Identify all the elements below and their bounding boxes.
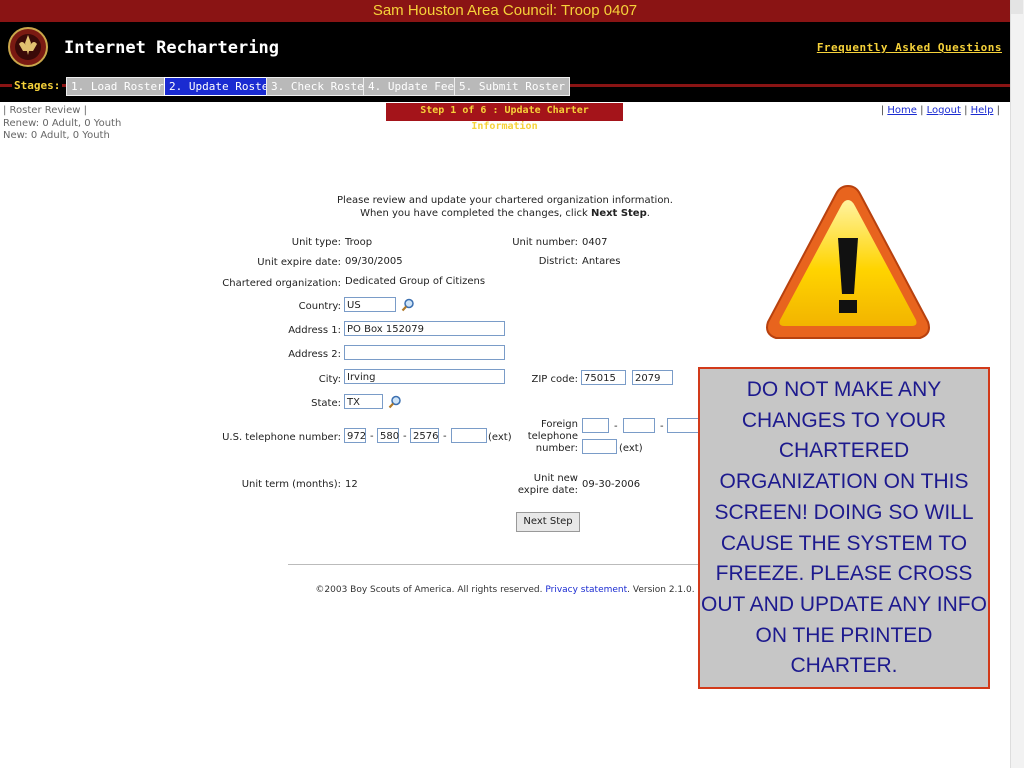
unit-number-value: 0407 xyxy=(582,237,608,248)
phone-ext-label: (ext) xyxy=(488,432,512,443)
district-value: Antares xyxy=(582,256,621,267)
intro-text: Please review and update your chartered … xyxy=(337,195,673,219)
address1-input[interactable]: PO Box 152079 xyxy=(344,321,505,336)
zip-label: ZIP code: xyxy=(531,374,579,385)
chartered-org-label: Chartered organization: xyxy=(222,278,341,289)
warning-icon xyxy=(766,184,930,339)
city-input[interactable]: Irving xyxy=(344,369,505,384)
home-link[interactable]: Home xyxy=(887,105,917,116)
district-label: District: xyxy=(538,256,578,267)
chartered-org-value: Dedicated Group of Citizens xyxy=(345,276,486,287)
stage-tab-load-roster[interactable]: 1. Load Roster xyxy=(66,77,169,96)
help-link[interactable]: Help xyxy=(971,105,994,116)
renew-count: Renew: 0 Adult, 0 Youth xyxy=(3,118,122,129)
unit-expire-value: 09/30/2005 xyxy=(345,256,403,267)
unit-type-value: Troop xyxy=(345,237,373,248)
foreign-phone-input-3[interactable] xyxy=(667,418,699,433)
stage-tab-check-roster[interactable]: 3. Check Roster xyxy=(266,77,376,96)
city-label: City: xyxy=(318,374,341,385)
phone-label: U.S. telephone number: xyxy=(222,432,341,443)
unit-type-label: Unit type: xyxy=(291,237,341,248)
foreign-ext-label: (ext) xyxy=(619,443,643,454)
new-expire-value: 09-30-2006 xyxy=(582,479,641,490)
foreign-phone-label: Foreign telephone number: xyxy=(527,419,578,454)
country-label: Country: xyxy=(298,301,341,312)
faq-link[interactable]: Frequently Asked Questions xyxy=(817,41,1002,54)
stage-tab-update-fees[interactable]: 4. Update Fees xyxy=(363,77,466,96)
stage-tab-submit-roster[interactable]: 5. Submit Roster xyxy=(454,77,570,96)
country-input[interactable]: US xyxy=(344,297,396,312)
stages-label: Stages: xyxy=(12,79,63,92)
next-step-button[interactable]: Next Step xyxy=(516,512,580,532)
phone-ext-input[interactable] xyxy=(451,428,487,443)
footer-divider xyxy=(288,564,718,565)
scrollbar-thumb[interactable] xyxy=(1011,0,1023,14)
phone-area-input[interactable]: 972 xyxy=(344,428,366,443)
privacy-link[interactable]: Privacy statement xyxy=(545,585,627,595)
phone-line-input[interactable]: 2576 xyxy=(410,428,439,443)
step-banner: Step 1 of 6 : Update Charter Information xyxy=(386,103,623,132)
unit-number-label: Unit number: xyxy=(512,237,578,248)
state-input[interactable]: TX xyxy=(344,394,383,409)
address2-input[interactable] xyxy=(344,345,505,360)
app-title: Internet Rechartering xyxy=(64,38,279,58)
footer: ©2003 Boy Scouts of America. All rights … xyxy=(315,585,695,595)
address1-label: Address 1: xyxy=(288,325,341,336)
address2-label: Address 2: xyxy=(288,349,341,360)
logout-link[interactable]: Logout xyxy=(927,105,961,116)
unit-term-label: Unit term (months): xyxy=(241,479,341,490)
new-count: New: 0 Adult, 0 Youth xyxy=(3,130,110,141)
zip4-input[interactable]: 2079 xyxy=(632,370,673,385)
unit-term-value: 12 xyxy=(345,479,358,490)
warning-notice: DO NOT MAKE ANY CHANGES TO YOUR CHARTERE… xyxy=(698,367,990,689)
state-lookup-icon[interactable] xyxy=(388,395,402,409)
phone-prefix-input[interactable]: 580 xyxy=(377,428,399,443)
top-links: | Home | Logout | Help | xyxy=(880,105,1000,116)
state-label: State: xyxy=(311,398,341,409)
new-expire-label: Unit new expire date: xyxy=(517,473,578,496)
council-title-bar: Sam Houston Area Council: Troop 0407 xyxy=(0,0,1010,22)
zip-input[interactable]: 75015 xyxy=(581,370,626,385)
council-title: Sam Houston Area Council: Troop 0407 xyxy=(372,2,638,19)
foreign-phone-input-2[interactable] xyxy=(623,418,655,433)
foreign-phone-ext-input[interactable] xyxy=(582,439,617,454)
foreign-phone-input-1[interactable] xyxy=(582,418,609,433)
roster-review-link[interactable]: | Roster Review | xyxy=(3,105,87,116)
country-lookup-icon[interactable] xyxy=(401,298,415,312)
bsa-logo-icon xyxy=(8,27,48,67)
stage-tab-update-roster[interactable]: 2. Update Roster xyxy=(164,77,280,96)
unit-expire-label: Unit expire date: xyxy=(257,257,341,268)
vertical-scrollbar[interactable] xyxy=(1010,0,1024,768)
